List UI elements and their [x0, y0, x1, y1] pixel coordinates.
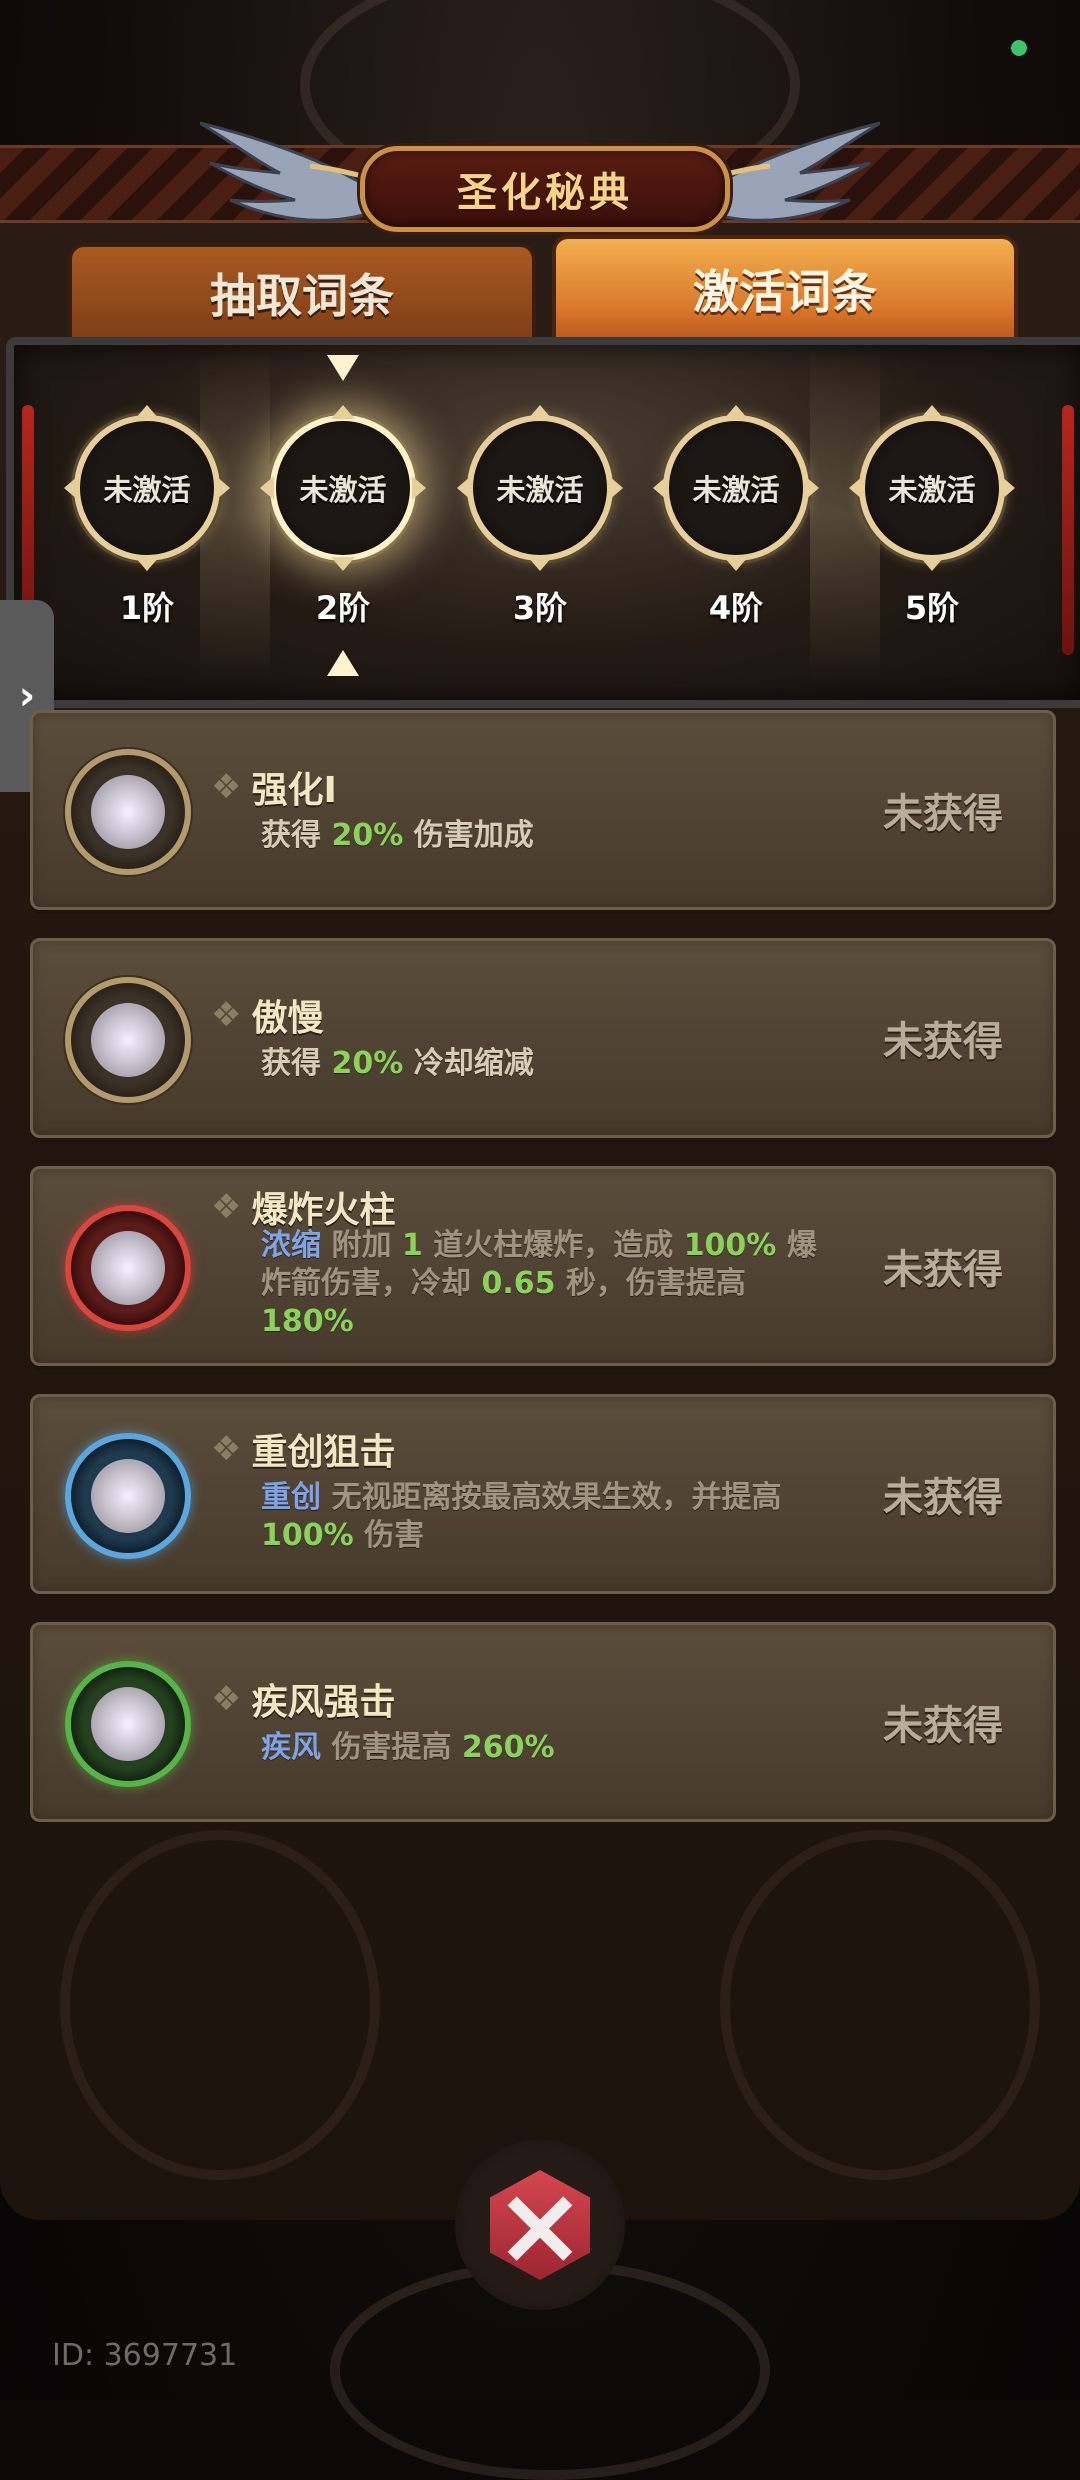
desc-text: 附加	[331, 1228, 392, 1263]
entry-description: 获得 20% 伤害加成	[261, 817, 841, 855]
tier-circle: 未激活	[457, 405, 623, 571]
entry-description: 获得 20% 冷却缩减	[261, 1045, 841, 1083]
desc-keyword: 重创	[261, 1480, 321, 1515]
entry-card[interactable]: ❖ 疾风强击 疾风 伤害提高 260% 未获得	[30, 1622, 1056, 1822]
entry-card[interactable]: ❖ 强化I 获得 20% 伤害加成 未获得	[30, 710, 1056, 910]
tab-draw-entries[interactable]: 抽取词条	[68, 243, 536, 343]
tier-circle: 未激活	[64, 405, 230, 571]
page-title: 圣化秘典	[457, 170, 633, 216]
background-ornament	[720, 1830, 1040, 2180]
entry-orb-icon	[65, 1205, 191, 1331]
desc-value: 20%	[331, 818, 404, 853]
entry-description: 重创 无视距离按最高效果生效，并提高 100% 伤害	[261, 1479, 841, 1555]
entry-title: 疾风强击	[251, 1682, 396, 1723]
desc-value: 180%	[261, 1304, 354, 1339]
user-id: ID: 3697731	[52, 2338, 238, 2373]
tier-circle-selected: 未激活	[260, 405, 426, 571]
desc-keyword: 浓缩	[261, 1228, 321, 1263]
entry-title-row: ❖ 傲慢	[211, 989, 324, 1041]
tier-2[interactable]: 未激活 2阶	[260, 405, 426, 629]
entry-status: 未获得	[883, 1703, 1003, 1749]
tier-1[interactable]: 未激活 1阶	[64, 405, 230, 629]
entry-card[interactable]: ❖ 爆炸火柱 浓缩 附加 1 道火柱爆炸，造成 100% 爆炸箭伤害，冷却 0.…	[30, 1166, 1056, 1366]
entry-orb-icon	[65, 1433, 191, 1559]
close-icon: ×	[490, 2170, 590, 2280]
tier-circle: 未激活	[849, 405, 1015, 571]
entry-list: ❖ 强化I 获得 20% 伤害加成 未获得 ❖ 傲慢 获得 20% 冷却缩减 未…	[30, 710, 1056, 1850]
entry-title: 强化I	[251, 770, 337, 811]
entry-description: 浓缩 附加 1 道火柱爆炸，造成 100% 爆炸箭伤害，冷却 0.65 秒，伤害…	[261, 1227, 841, 1341]
background-ornament	[60, 1830, 380, 2180]
tier-5[interactable]: 未激活 5阶	[849, 405, 1015, 629]
selected-tier-top-marker-icon	[327, 355, 359, 381]
entry-title-row: ❖ 强化I	[211, 761, 337, 813]
tier-status: 未激活	[496, 473, 584, 507]
desc-text: 获得	[261, 1046, 321, 1081]
diamond-bullet-icon: ❖	[211, 995, 242, 1035]
tier-label: 3阶	[512, 589, 568, 627]
entry-orb-icon	[65, 977, 191, 1103]
tier-status: 未激活	[299, 473, 387, 507]
entry-status: 未获得	[883, 791, 1003, 837]
left-wing-icon	[200, 121, 370, 222]
diamond-bullet-icon: ❖	[211, 1679, 242, 1719]
tier-status: 未激活	[692, 473, 780, 507]
right-wing-icon	[710, 121, 880, 222]
tier-status: 未激活	[888, 473, 976, 507]
entry-orb-icon	[65, 1661, 191, 1787]
desc-value: 1	[401, 1228, 423, 1263]
close-button[interactable]: ×	[455, 2140, 625, 2310]
desc-value: 260%	[461, 1730, 555, 1765]
tier-label: 4阶	[708, 589, 764, 627]
tier-label: 5阶	[904, 589, 960, 627]
desc-value: 0.65	[481, 1266, 556, 1301]
tab-activate-entries[interactable]: 激活词条	[552, 235, 1018, 343]
entry-status: 未获得	[883, 1247, 1003, 1293]
desc-keyword: 疾风	[261, 1730, 321, 1765]
entry-card[interactable]: ❖ 重创狙击 重创 无视距离按最高效果生效，并提高 100% 伤害 未获得	[30, 1394, 1056, 1594]
desc-text: 伤害	[364, 1518, 425, 1553]
diamond-bullet-icon: ❖	[211, 767, 242, 807]
diamond-bullet-icon: ❖	[211, 1187, 242, 1227]
entry-title-row: ❖ 疾风强击	[211, 1673, 396, 1725]
desc-text: 秒，伤害提高	[565, 1266, 746, 1301]
selected-tier-bottom-marker-icon	[327, 650, 359, 676]
tier-4[interactable]: 未激活 4阶	[653, 405, 819, 629]
tier-status: 未激活	[103, 473, 191, 507]
desc-text: 伤害提高	[331, 1730, 452, 1765]
entry-title-row: ❖ 爆炸火柱	[211, 1181, 396, 1233]
entry-status: 未获得	[883, 1475, 1003, 1521]
entry-title: 傲慢	[251, 998, 324, 1039]
entry-title-row: ❖ 重创狙击	[211, 1423, 396, 1475]
desc-value: 100%	[683, 1228, 777, 1263]
entry-description: 疾风 伤害提高 260%	[261, 1729, 841, 1767]
status-indicator-dot	[1011, 40, 1027, 56]
desc-text: 无视距离按最高效果生效，并提高	[331, 1480, 782, 1515]
tier-3[interactable]: 未激活 3阶	[457, 405, 623, 629]
entry-card[interactable]: ❖ 傲慢 获得 20% 冷却缩减 未获得	[30, 938, 1056, 1138]
desc-value: 100%	[261, 1518, 354, 1553]
desc-text: 冷却缩减	[413, 1046, 534, 1081]
title-plate: 圣化秘典	[360, 146, 730, 232]
desc-value: 20%	[331, 1046, 404, 1081]
entry-title: 重创狙击	[251, 1432, 396, 1473]
desc-text: 道火柱爆炸，造成	[433, 1228, 674, 1263]
tier-circle: 未激活	[653, 405, 819, 571]
diamond-bullet-icon: ❖	[211, 1429, 242, 1469]
entry-title: 爆炸火柱	[251, 1190, 396, 1231]
entry-status: 未获得	[883, 1019, 1003, 1065]
entry-orb-icon	[65, 749, 191, 875]
desc-text: 伤害加成	[413, 818, 534, 853]
tier-label: 2阶	[315, 589, 371, 627]
tier-label: 1阶	[119, 589, 175, 627]
desc-text: 获得	[261, 818, 321, 853]
